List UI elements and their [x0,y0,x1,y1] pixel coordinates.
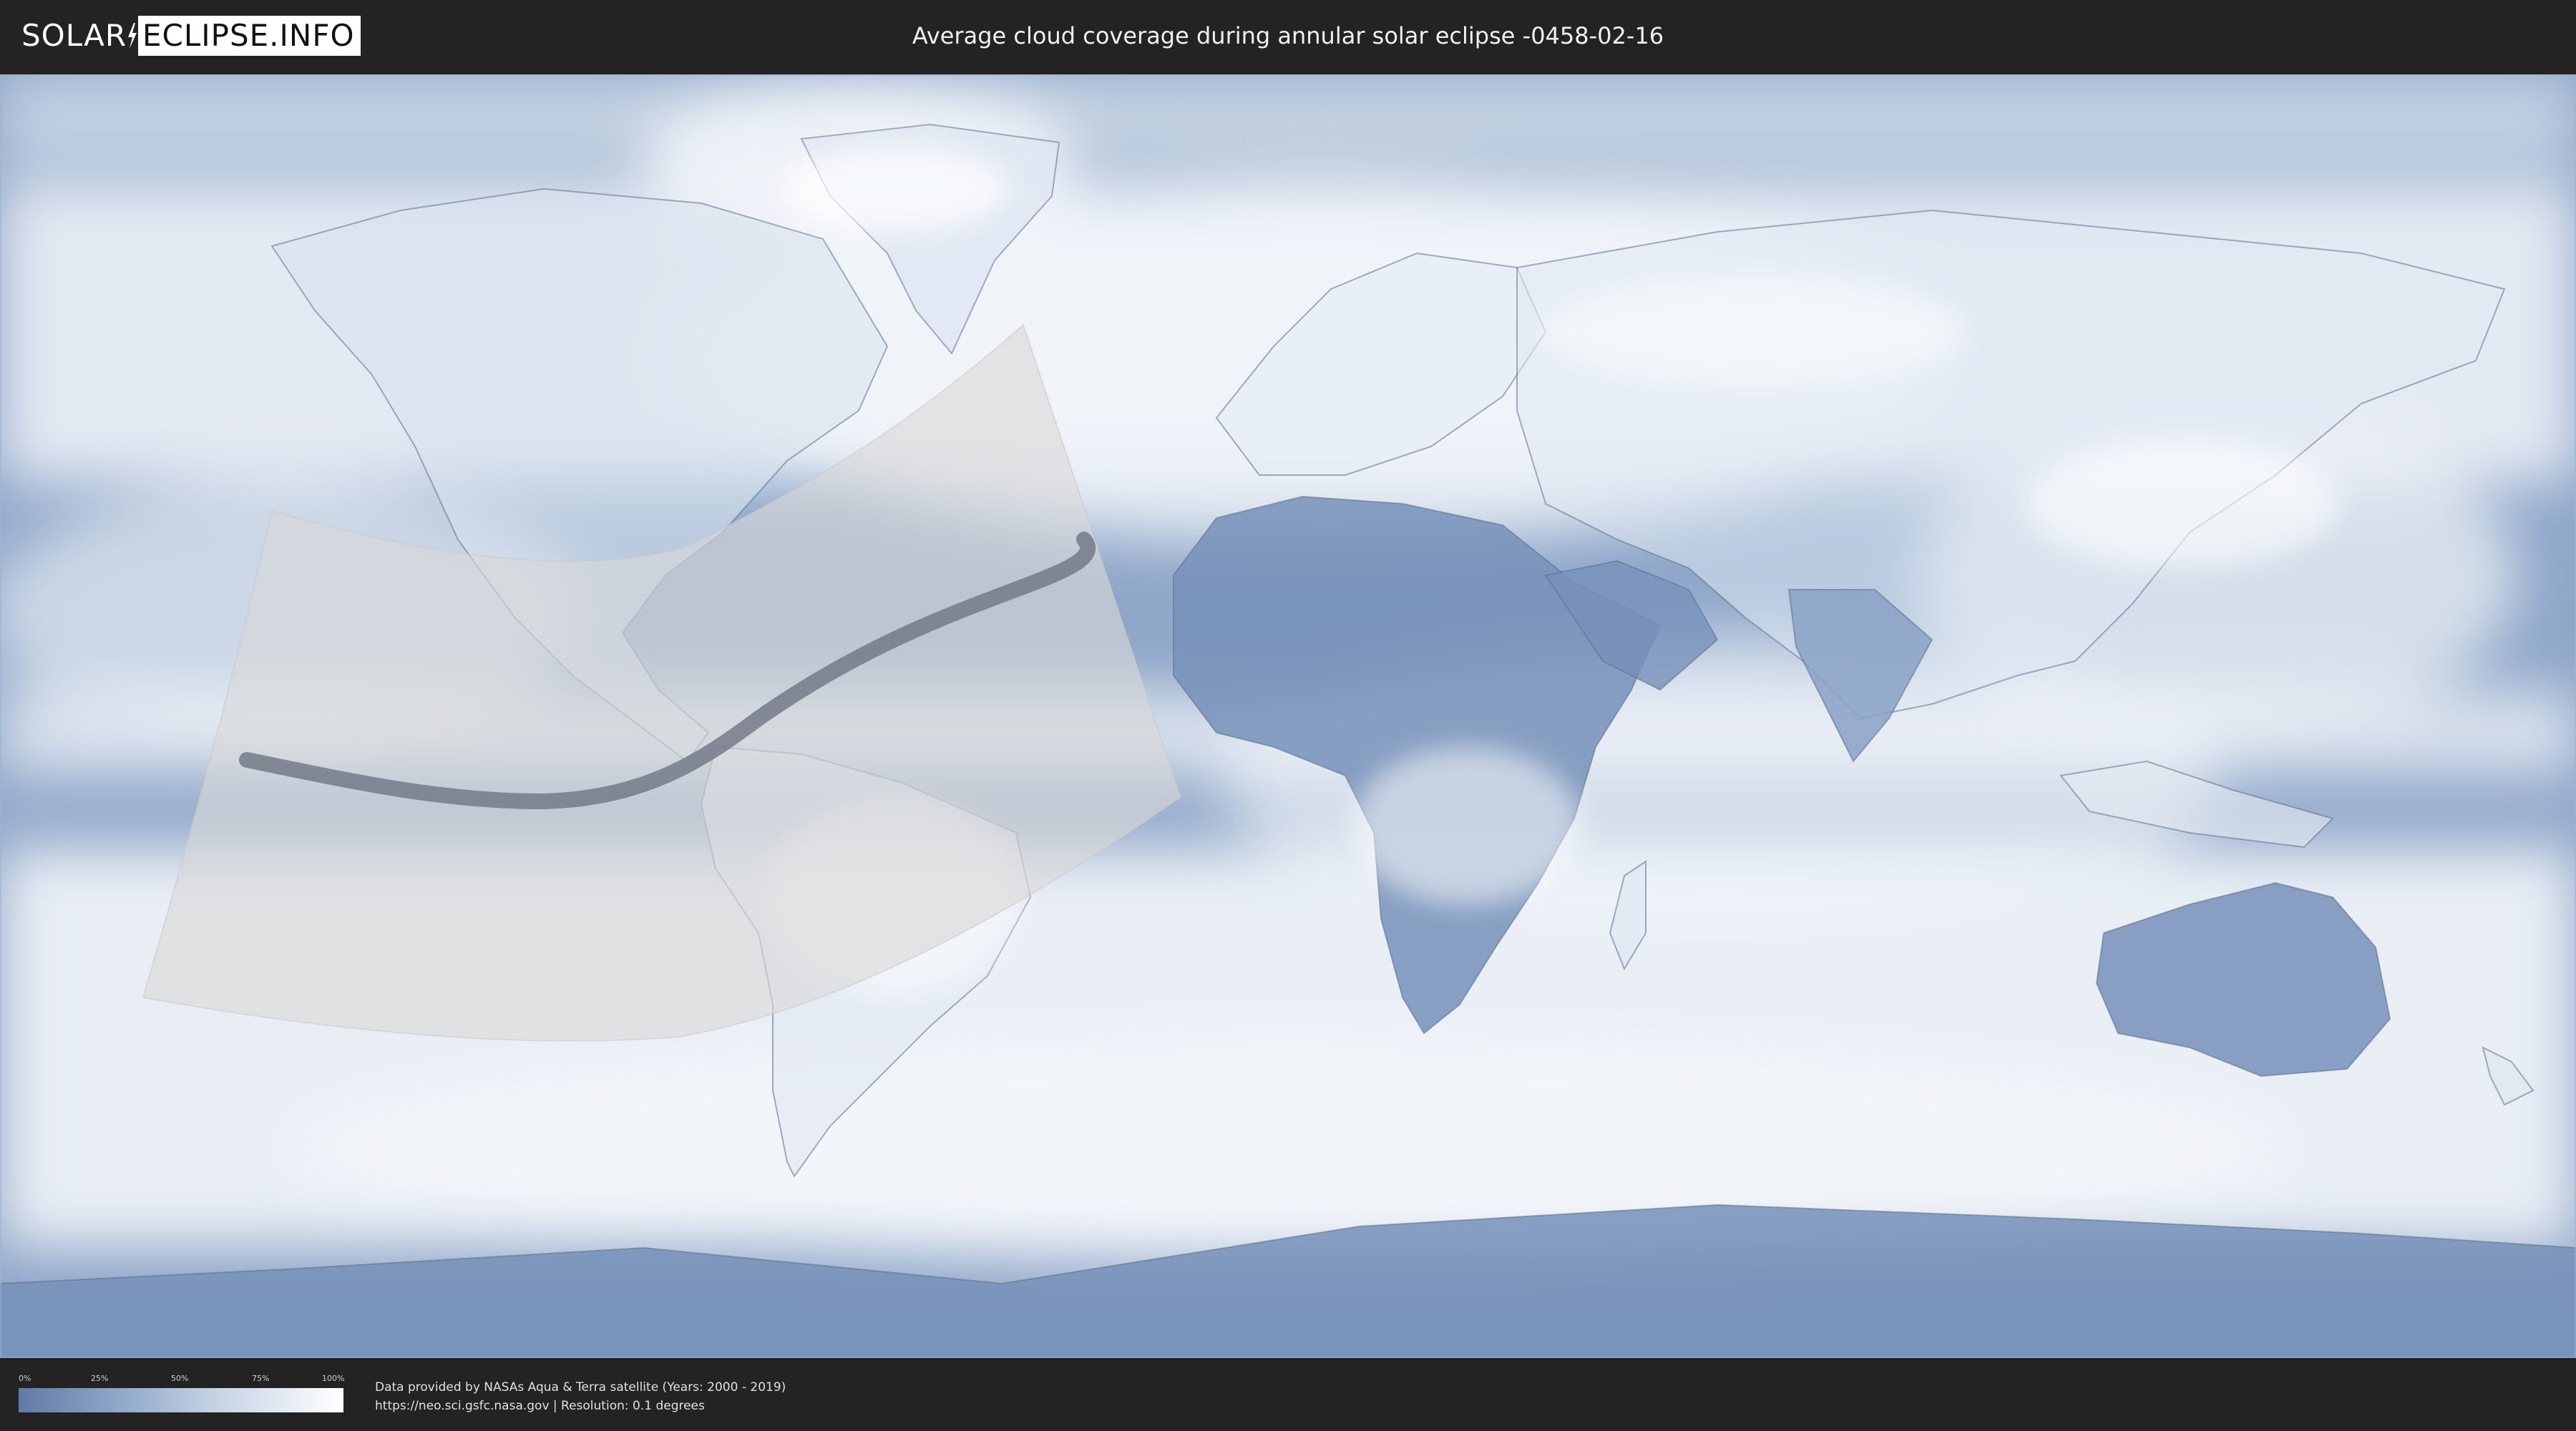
source-line-1: Data provided by NASAs Aqua & Terra sate… [375,1380,786,1395]
page-title: Average cloud coverage during annular so… [912,22,1664,49]
header-bar: SOLAR ECLIPSE.INFO Average cloud coverag… [0,0,2576,72]
legend-tick-0: 0% [19,1374,31,1383]
world-map-svg [0,74,2576,1358]
data-source: Data provided by NASAs Aqua & Terra sate… [375,1378,786,1415]
legend-gradient-bar [19,1388,343,1412]
legend-tick-50: 50% [171,1374,189,1383]
footer-bar: 0% 25% 50% 75% 100% Data provided by NAS… [0,1358,2576,1431]
cloud-map[interactable] [0,74,2576,1358]
source-line-2[interactable]: https://neo.sci.gsfc.nasa.gov | Resoluti… [375,1397,786,1415]
cloud-coverage-legend: 0% 25% 50% 75% 100% [19,1374,345,1417]
legend-ticks: 0% 25% 50% 75% 100% [19,1374,345,1384]
legend-tick-100: 100% [322,1374,345,1383]
legend-tick-25: 25% [91,1374,109,1383]
legend-tick-75: 75% [252,1374,270,1383]
